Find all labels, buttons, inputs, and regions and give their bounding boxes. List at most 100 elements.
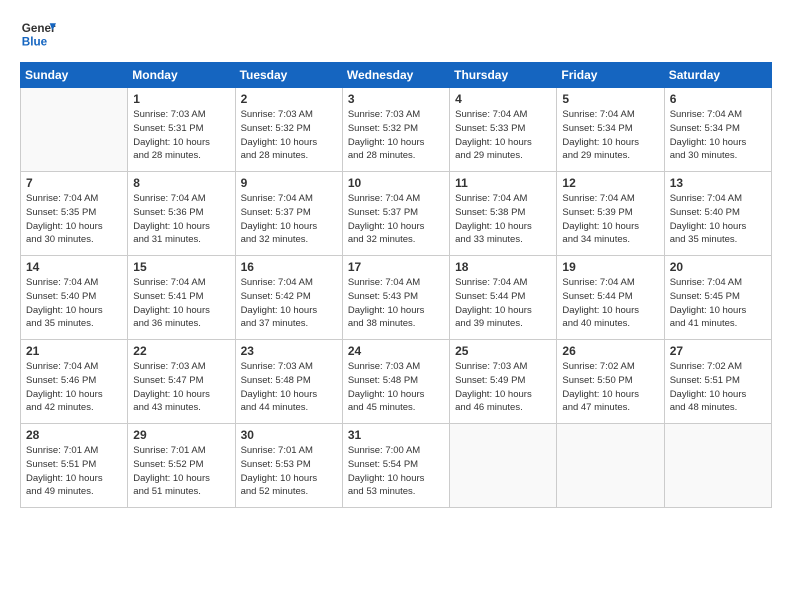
day-info: Sunrise: 7:04 AM Sunset: 5:37 PM Dayligh…: [241, 192, 337, 247]
day-info: Sunrise: 7:04 AM Sunset: 5:35 PM Dayligh…: [26, 192, 122, 247]
calendar-header-row: SundayMondayTuesdayWednesdayThursdayFrid…: [21, 63, 772, 88]
calendar-cell: 9 Sunrise: 7:04 AM Sunset: 5:37 PM Daylig…: [235, 172, 342, 256]
calendar-body: 1Sunrise: 7:03 AM Sunset: 5:31 PM Daylig…: [21, 88, 772, 508]
day-number: 31: [348, 428, 444, 442]
day-info: Sunrise: 7:04 AM Sunset: 5:37 PM Dayligh…: [348, 192, 444, 247]
day-number: 28: [26, 428, 122, 442]
calendar-week-5: 28Sunrise: 7:01 AM Sunset: 5:51 PM Dayli…: [21, 424, 772, 508]
day-number: 1: [133, 92, 229, 106]
day-number: 29: [133, 428, 229, 442]
day-number: 19: [562, 260, 658, 274]
day-number: 15: [133, 260, 229, 274]
calendar-cell: 22 Sunrise: 7:03 AM Sunset: 5:47 PM Dayli…: [128, 340, 235, 424]
day-number: 22: [133, 344, 229, 358]
day-number: 27: [670, 344, 766, 358]
day-number: 24: [348, 344, 444, 358]
day-info: Sunrise: 7:03 AM Sunset: 5:32 PM Dayligh…: [348, 108, 444, 163]
day-info: Sunrise: 7:01 AM Sunset: 5:52 PM Dayligh…: [133, 444, 229, 499]
calendar-cell: 14 Sunrise: 7:04 AM Sunset: 5:40 PM Dayli…: [21, 256, 128, 340]
calendar-cell: 4 Sunrise: 7:04 AM Sunset: 5:33 PM Daylig…: [450, 88, 557, 172]
day-info: Sunrise: 7:04 AM Sunset: 5:34 PM Dayligh…: [562, 108, 658, 163]
day-info: Sunrise: 7:04 AM Sunset: 5:45 PM Dayligh…: [670, 276, 766, 331]
calendar-week-4: 21Sunrise: 7:04 AM Sunset: 5:46 PM Dayli…: [21, 340, 772, 424]
day-info: Sunrise: 7:03 AM Sunset: 5:48 PM Dayligh…: [241, 360, 337, 415]
day-number: 9: [241, 176, 337, 190]
calendar-cell: 3 Sunrise: 7:03 AM Sunset: 5:32 PM Daylig…: [342, 88, 449, 172]
header: General Blue: [20, 16, 772, 52]
day-info: Sunrise: 7:04 AM Sunset: 5:41 PM Dayligh…: [133, 276, 229, 331]
calendar-cell: 8 Sunrise: 7:04 AM Sunset: 5:36 PM Daylig…: [128, 172, 235, 256]
day-info: Sunrise: 7:00 AM Sunset: 5:54 PM Dayligh…: [348, 444, 444, 499]
day-number: 3: [348, 92, 444, 106]
calendar-header-wednesday: Wednesday: [342, 63, 449, 88]
calendar-cell: 6 Sunrise: 7:04 AM Sunset: 5:34 PM Daylig…: [664, 88, 771, 172]
calendar-cell: 18 Sunrise: 7:04 AM Sunset: 5:44 PM Dayli…: [450, 256, 557, 340]
day-info: Sunrise: 7:03 AM Sunset: 5:47 PM Dayligh…: [133, 360, 229, 415]
calendar-cell: 17Sunrise: 7:04 AM Sunset: 5:43 PM Dayli…: [342, 256, 449, 340]
day-info: Sunrise: 7:03 AM Sunset: 5:48 PM Dayligh…: [348, 360, 444, 415]
calendar-cell: 12Sunrise: 7:04 AM Sunset: 5:39 PM Dayli…: [557, 172, 664, 256]
day-number: 30: [241, 428, 337, 442]
calendar-cell: 19 Sunrise: 7:04 AM Sunset: 5:44 PM Dayli…: [557, 256, 664, 340]
day-info: Sunrise: 7:04 AM Sunset: 5:42 PM Dayligh…: [241, 276, 337, 331]
day-number: 2: [241, 92, 337, 106]
logo: General Blue: [20, 16, 56, 52]
calendar-cell: 23 Sunrise: 7:03 AM Sunset: 5:48 PM Dayli…: [235, 340, 342, 424]
calendar-week-1: 1Sunrise: 7:03 AM Sunset: 5:31 PM Daylig…: [21, 88, 772, 172]
calendar-cell: [664, 424, 771, 508]
calendar-week-3: 14 Sunrise: 7:04 AM Sunset: 5:40 PM Dayli…: [21, 256, 772, 340]
calendar-header-saturday: Saturday: [664, 63, 771, 88]
calendar-cell: 20 Sunrise: 7:04 AM Sunset: 5:45 PM Dayli…: [664, 256, 771, 340]
day-number: 13: [670, 176, 766, 190]
day-number: 5: [562, 92, 658, 106]
day-number: 4: [455, 92, 551, 106]
day-info: Sunrise: 7:04 AM Sunset: 5:34 PM Dayligh…: [670, 108, 766, 163]
day-number: 20: [670, 260, 766, 274]
calendar-cell: 10 Sunrise: 7:04 AM Sunset: 5:37 PM Dayli…: [342, 172, 449, 256]
calendar-header-sunday: Sunday: [21, 63, 128, 88]
calendar-header-thursday: Thursday: [450, 63, 557, 88]
day-number: 26: [562, 344, 658, 358]
day-number: 17: [348, 260, 444, 274]
day-number: 6: [670, 92, 766, 106]
day-number: 14: [26, 260, 122, 274]
day-number: 8: [133, 176, 229, 190]
day-info: Sunrise: 7:03 AM Sunset: 5:49 PM Dayligh…: [455, 360, 551, 415]
calendar-cell: 27 Sunrise: 7:02 AM Sunset: 5:51 PM Dayli…: [664, 340, 771, 424]
calendar-cell: 30Sunrise: 7:01 AM Sunset: 5:53 PM Dayli…: [235, 424, 342, 508]
day-info: Sunrise: 7:02 AM Sunset: 5:51 PM Dayligh…: [670, 360, 766, 415]
calendar-cell: 7Sunrise: 7:04 AM Sunset: 5:35 PM Daylig…: [21, 172, 128, 256]
day-info: Sunrise: 7:04 AM Sunset: 5:46 PM Dayligh…: [26, 360, 122, 415]
calendar-week-2: 7Sunrise: 7:04 AM Sunset: 5:35 PM Daylig…: [21, 172, 772, 256]
calendar-header-tuesday: Tuesday: [235, 63, 342, 88]
day-info: Sunrise: 7:03 AM Sunset: 5:32 PM Dayligh…: [241, 108, 337, 163]
svg-text:Blue: Blue: [22, 36, 48, 49]
day-info: Sunrise: 7:04 AM Sunset: 5:44 PM Dayligh…: [455, 276, 551, 331]
calendar-cell: [21, 88, 128, 172]
calendar: SundayMondayTuesdayWednesdayThursdayFrid…: [20, 62, 772, 508]
calendar-cell: 2 Sunrise: 7:03 AM Sunset: 5:32 PM Daylig…: [235, 88, 342, 172]
day-number: 16: [241, 260, 337, 274]
day-info: Sunrise: 7:02 AM Sunset: 5:50 PM Dayligh…: [562, 360, 658, 415]
calendar-cell: 28Sunrise: 7:01 AM Sunset: 5:51 PM Dayli…: [21, 424, 128, 508]
calendar-cell: 11Sunrise: 7:04 AM Sunset: 5:38 PM Dayli…: [450, 172, 557, 256]
day-info: Sunrise: 7:04 AM Sunset: 5:39 PM Dayligh…: [562, 192, 658, 247]
day-info: Sunrise: 7:04 AM Sunset: 5:38 PM Dayligh…: [455, 192, 551, 247]
logo-icon: General Blue: [20, 16, 56, 52]
calendar-cell: [557, 424, 664, 508]
calendar-cell: 24 Sunrise: 7:03 AM Sunset: 5:48 PM Dayli…: [342, 340, 449, 424]
day-info: Sunrise: 7:04 AM Sunset: 5:40 PM Dayligh…: [26, 276, 122, 331]
calendar-header-friday: Friday: [557, 63, 664, 88]
day-number: 18: [455, 260, 551, 274]
day-info: Sunrise: 7:04 AM Sunset: 5:33 PM Dayligh…: [455, 108, 551, 163]
calendar-cell: 15 Sunrise: 7:04 AM Sunset: 5:41 PM Dayli…: [128, 256, 235, 340]
page: General Blue SundayMondayTuesdayWednesda…: [0, 0, 792, 612]
day-number: 10: [348, 176, 444, 190]
day-number: 23: [241, 344, 337, 358]
day-info: Sunrise: 7:04 AM Sunset: 5:44 PM Dayligh…: [562, 276, 658, 331]
calendar-cell: 5 Sunrise: 7:04 AM Sunset: 5:34 PM Daylig…: [557, 88, 664, 172]
calendar-cell: 29 Sunrise: 7:01 AM Sunset: 5:52 PM Dayli…: [128, 424, 235, 508]
calendar-cell: 16 Sunrise: 7:04 AM Sunset: 5:42 PM Dayli…: [235, 256, 342, 340]
calendar-cell: 25Sunrise: 7:03 AM Sunset: 5:49 PM Dayli…: [450, 340, 557, 424]
day-info: Sunrise: 7:04 AM Sunset: 5:36 PM Dayligh…: [133, 192, 229, 247]
